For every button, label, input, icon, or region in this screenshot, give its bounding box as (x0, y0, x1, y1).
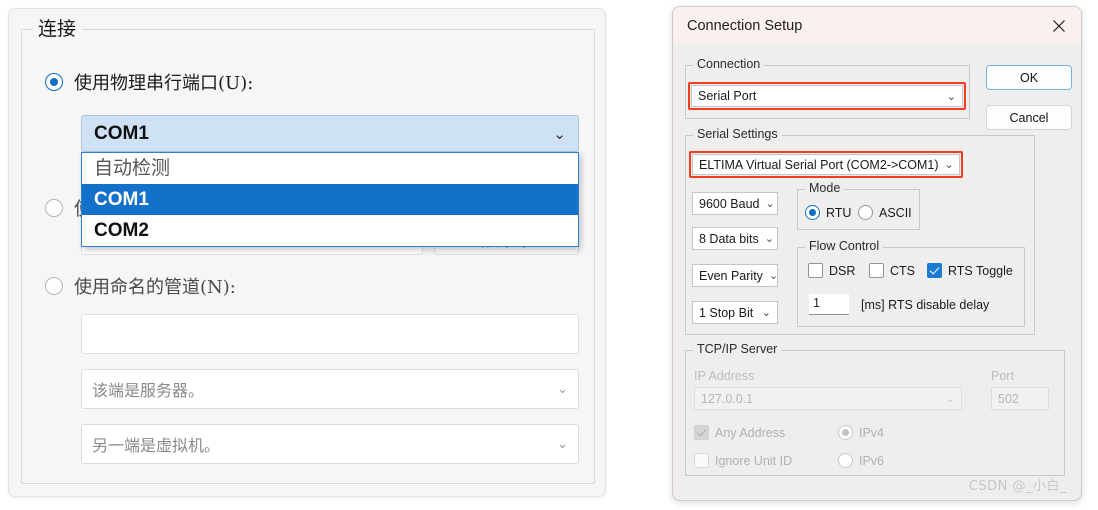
connection-groupbox-title: 连接 (32, 16, 83, 42)
serial-port-settings-panel: 连接 使用物理串行端口(U): 使用输出文件(O): 浏览(B)... 使用命名… (8, 8, 606, 497)
radio-mode-rtu-label: RTU (826, 205, 852, 220)
flow-control-group-title: Flow Control (805, 239, 884, 253)
checkbox-any-address-label: Any Address (715, 425, 786, 440)
stop-bits-combo[interactable]: 1 Stop Bit ⌄ (692, 301, 778, 324)
radio-indicator (838, 453, 853, 468)
port-input[interactable]: 502 (991, 387, 1049, 410)
dropdown-option-com2[interactable]: COM2 (82, 215, 578, 246)
serial-port-dropdown-list[interactable]: 自动检测 COM1 COM2 (81, 152, 579, 247)
checkbox-indicator (694, 453, 709, 468)
chevron-down-icon: ⌄ (765, 198, 775, 210)
dialog-titlebar: Connection Setup (673, 7, 1081, 45)
close-icon[interactable] (1037, 7, 1081, 45)
radio-ipv6[interactable]: IPv6 (838, 453, 884, 468)
checkbox-any-address[interactable]: Any Address (694, 425, 785, 440)
checkbox-cts-label: CTS (890, 263, 915, 278)
baud-rate-combo[interactable]: 9600 Baud ⌄ (692, 192, 778, 215)
checkbox-rts-toggle-label: RTS Toggle (948, 263, 1013, 278)
parity-value: Even Parity (699, 268, 763, 283)
connection-group-title: Connection (693, 57, 765, 71)
dialog-title: Connection Setup (687, 18, 803, 34)
radio-mode-ascii[interactable]: ASCII (858, 205, 912, 220)
screenshot-root: 连接 使用物理串行端口(U): 使用输出文件(O): 浏览(B)... 使用命名… (0, 0, 1098, 510)
dropdown-option-com1[interactable]: COM1 (82, 184, 578, 215)
checkbox-indicator (808, 263, 823, 278)
radio-ipv6-label: IPv6 (859, 453, 885, 468)
serial-port-combo-value: COM1 (94, 122, 149, 144)
ip-address-combo[interactable]: 127.0.0.1 ⌄ (694, 387, 962, 410)
rts-disable-delay-input[interactable]: 1 (809, 294, 849, 315)
radio-indicator (805, 205, 820, 220)
radio-use-named-pipe-label: 使用命名的管道(N): (74, 277, 236, 298)
chevron-down-icon: ⌄ (557, 381, 568, 396)
pipe-other-end-combo[interactable]: 另一端是虚拟机。 ⌄ (81, 424, 579, 464)
radio-use-named-pipe[interactable]: 使用命名的管道(N): (45, 273, 236, 299)
connection-groupbox: 连接 (21, 16, 595, 484)
rts-disable-delay-label: [ms] RTS disable delay (861, 298, 990, 312)
checkbox-rts-toggle[interactable]: RTS Toggle (927, 263, 1013, 278)
checkbox-ignore-unit-id[interactable]: Ignore Unit ID (694, 453, 792, 468)
cancel-button[interactable]: Cancel (986, 105, 1072, 130)
serial-device-value: ELTIMA Virtual Serial Port (COM2->COM1) (699, 157, 939, 172)
radio-indicator (45, 73, 63, 91)
radio-indicator (858, 205, 873, 220)
radio-ipv4-label: IPv4 (859, 425, 885, 440)
chevron-down-icon: ⌄ (944, 159, 954, 171)
radio-indicator (838, 425, 853, 440)
stop-bits-value: 1 Stop Bit (699, 305, 754, 320)
serial-device-combo[interactable]: ELTIMA Virtual Serial Port (COM2->COM1) … (692, 154, 960, 175)
radio-mode-rtu[interactable]: RTU (805, 205, 851, 220)
watermark-text: CSDN @_小白_ (968, 479, 1067, 494)
connection-type-combo[interactable]: Serial Port ⌄ (691, 85, 963, 107)
serial-settings-group-title: Serial Settings (693, 127, 782, 141)
parity-combo[interactable]: Even Parity ⌄ (692, 264, 778, 287)
chevron-down-icon: ⌄ (764, 233, 774, 245)
pipe-end-role-combo[interactable]: 该端是服务器。 ⌄ (81, 369, 579, 409)
pipe-name-input[interactable] (81, 314, 579, 354)
ip-address-value: 127.0.0.1 (701, 391, 754, 406)
radio-mode-ascii-label: ASCII (879, 205, 912, 220)
baud-rate-value: 9600 Baud (699, 196, 760, 211)
pipe-other-end-value: 另一端是虚拟机。 (92, 436, 221, 455)
radio-indicator (45, 277, 63, 295)
checkbox-indicator (927, 263, 942, 278)
serial-port-combo[interactable]: COM1 ⌄ (81, 115, 579, 152)
chevron-down-icon: ⌄ (557, 436, 568, 451)
connection-setup-dialog: Connection Setup OK Cancel Connection Se… (672, 6, 1082, 501)
radio-use-physical-serial-port[interactable]: 使用物理串行端口(U): (45, 69, 253, 95)
ip-address-label: IP Address (694, 369, 755, 383)
pipe-end-role-value: 该端是服务器。 (92, 381, 205, 400)
connection-type-value: Serial Port (698, 89, 757, 103)
data-bits-combo[interactable]: 8 Data bits ⌄ (692, 227, 778, 250)
radio-indicator (45, 199, 63, 217)
ok-button[interactable]: OK (986, 65, 1072, 90)
checkbox-dsr[interactable]: DSR (808, 263, 855, 278)
data-bits-value: 8 Data bits (699, 231, 759, 246)
chevron-down-icon: ⌄ (946, 90, 956, 103)
chevron-down-icon: ⌄ (553, 125, 566, 143)
checkbox-indicator (869, 263, 884, 278)
radio-use-physical-serial-port-label: 使用物理串行端口(U): (74, 73, 254, 94)
tcpip-server-group-title: TCP/IP Server (693, 342, 782, 356)
checkbox-dsr-label: DSR (829, 263, 856, 278)
chevron-down-icon: ⌄ (761, 307, 771, 319)
mode-group-title: Mode (805, 181, 845, 195)
checkbox-ignore-unit-id-label: Ignore Unit ID (715, 453, 793, 468)
chevron-down-icon: ⌄ (945, 393, 955, 405)
dropdown-option-auto-detect[interactable]: 自动检测 (82, 153, 578, 184)
chevron-down-icon: ⌄ (768, 270, 779, 282)
flow-control-group: Flow Control (797, 239, 1025, 327)
checkbox-indicator (694, 425, 709, 440)
checkbox-cts[interactable]: CTS (869, 263, 915, 278)
radio-ipv4[interactable]: IPv4 (838, 425, 884, 440)
port-label: Port (991, 369, 1014, 383)
